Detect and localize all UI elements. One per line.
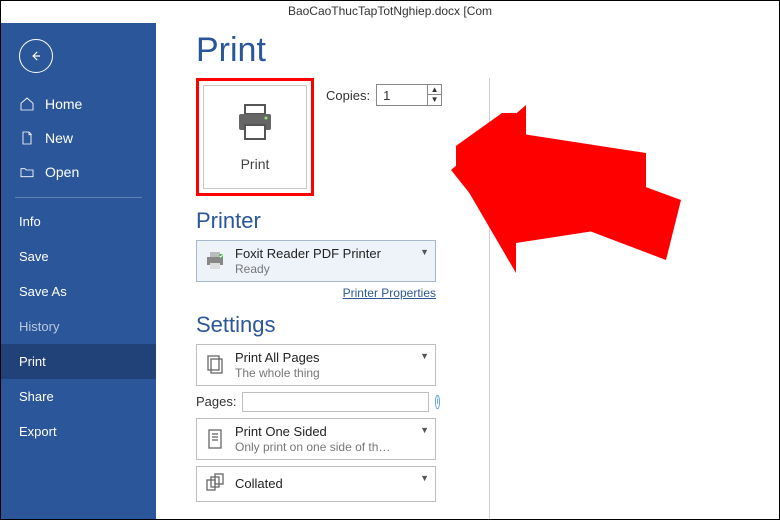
- collated-icon: [203, 472, 227, 496]
- spinner-down-icon[interactable]: ▼: [428, 95, 441, 105]
- print-range-dropdown[interactable]: Print All Pages The whole thing ▼: [196, 344, 436, 386]
- sidebar-item-label: Open: [45, 164, 79, 180]
- sidebar-item-new[interactable]: New: [1, 121, 156, 155]
- copies-label: Copies:: [326, 88, 370, 103]
- copies-value: 1: [377, 88, 427, 103]
- printer-name: Foxit Reader PDF Printer: [235, 246, 381, 262]
- sidebar-item-label: Home: [45, 96, 82, 112]
- sidebar-item-save[interactable]: Save: [1, 239, 156, 274]
- sidebar-item-history[interactable]: History: [1, 309, 156, 344]
- option-title: Print One Sided: [235, 424, 390, 440]
- print-panel: Print Print Copies: 1 ▲ ▼: [156, 23, 779, 519]
- document-title: BaoCaoThucTapTotNghiep.docx [Com: [288, 4, 492, 18]
- info-icon[interactable]: i: [435, 395, 439, 409]
- sidebar-item-print[interactable]: Print: [1, 344, 156, 379]
- sidebar-item-info[interactable]: Info: [1, 204, 156, 239]
- chevron-down-icon: ▼: [420, 473, 429, 483]
- title-bar: BaoCaoThucTapTotNghiep.docx [Com: [1, 1, 779, 23]
- print-preview-pane: [489, 78, 779, 519]
- chevron-down-icon: ▼: [420, 425, 429, 435]
- pages-input[interactable]: [242, 392, 429, 412]
- sidebar-item-save-as[interactable]: Save As: [1, 274, 156, 309]
- sidebar-item-export[interactable]: Export: [1, 414, 156, 449]
- option-title: Collated: [235, 476, 283, 492]
- sides-dropdown[interactable]: Print One Sided Only print on one side o…: [196, 418, 436, 460]
- back-button[interactable]: [19, 39, 53, 73]
- sidebar-item-open[interactable]: Open: [1, 155, 156, 189]
- folder-open-icon: [19, 164, 35, 180]
- collation-dropdown[interactable]: Collated ▼: [196, 466, 436, 502]
- backstage-sidebar: Home New Open Info Save Save As History …: [1, 23, 156, 519]
- printer-status: Ready: [235, 262, 381, 276]
- sidebar-item-label: New: [45, 130, 73, 146]
- copies-spinner[interactable]: 1 ▲ ▼: [376, 84, 442, 106]
- home-icon: [19, 96, 35, 112]
- printer-properties-link[interactable]: Printer Properties: [196, 286, 436, 300]
- copies-control: Copies: 1 ▲ ▼: [326, 84, 442, 106]
- page-title: Print: [196, 31, 779, 70]
- chevron-down-icon: ▼: [420, 351, 429, 361]
- printer-icon: [233, 103, 277, 146]
- option-title: Print All Pages: [235, 350, 320, 366]
- annotation-highlight-box: Print: [196, 78, 314, 196]
- printer-dropdown[interactable]: Foxit Reader PDF Printer Ready ▼: [196, 240, 436, 282]
- spinner-up-icon[interactable]: ▲: [428, 85, 441, 95]
- sidebar-item-home[interactable]: Home: [1, 87, 156, 121]
- pages-label: Pages:: [196, 394, 236, 409]
- new-doc-icon: [19, 130, 35, 146]
- option-subtitle: The whole thing: [235, 366, 320, 380]
- pages-stack-icon: [203, 353, 227, 377]
- print-button[interactable]: Print: [203, 85, 307, 189]
- option-subtitle: Only print on one side of th…: [235, 440, 390, 454]
- sidebar-item-share[interactable]: Share: [1, 379, 156, 414]
- page-single-icon: [203, 427, 227, 451]
- chevron-down-icon: ▼: [420, 247, 429, 257]
- sidebar-separator: [15, 197, 142, 198]
- print-button-label: Print: [241, 156, 270, 172]
- arrow-left-icon: [29, 49, 43, 63]
- printer-device-icon: [203, 249, 227, 273]
